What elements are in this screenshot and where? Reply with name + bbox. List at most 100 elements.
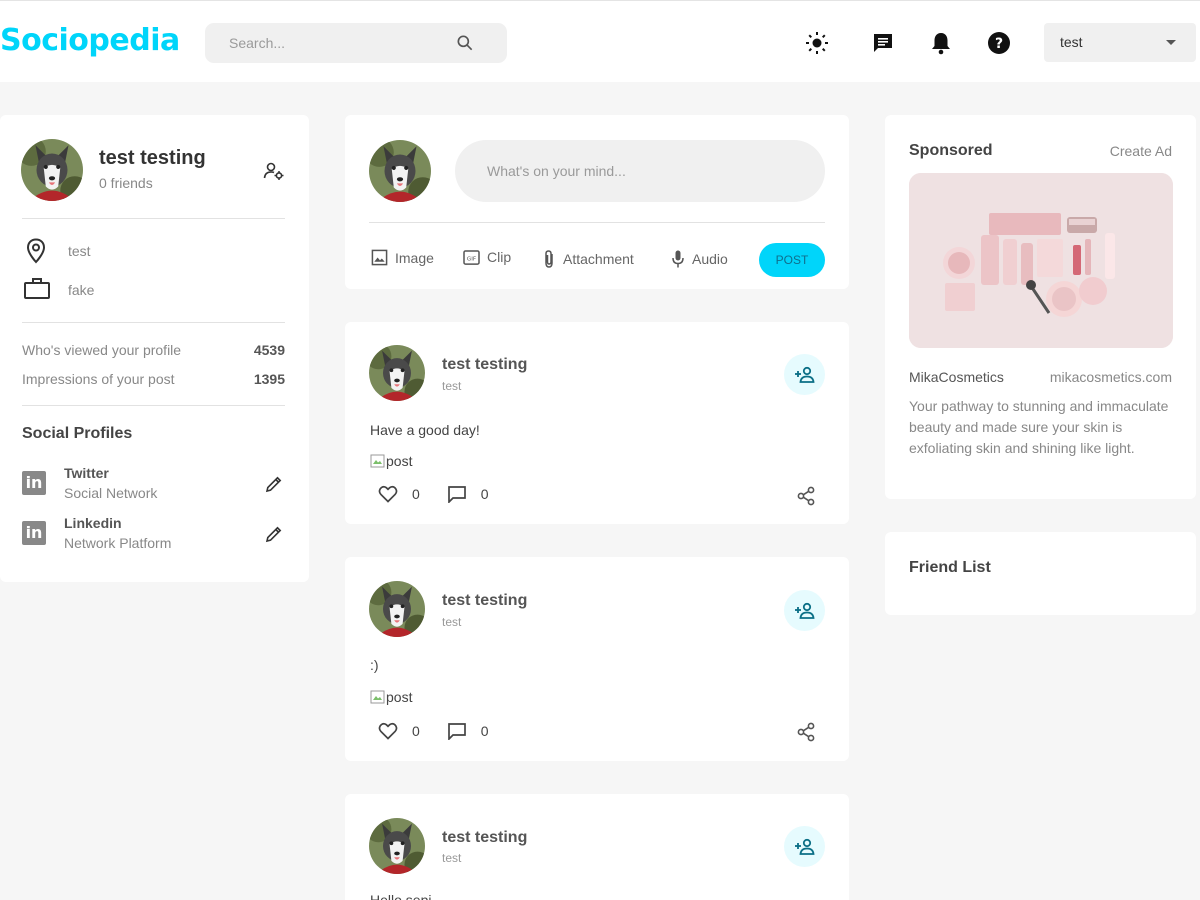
post-card: test testing test Have a good day! post …	[345, 322, 849, 524]
friend-list-widget: Friend List	[885, 532, 1196, 615]
attachment-tool-label: Attachment	[563, 251, 634, 267]
post-author-location: test	[442, 615, 462, 629]
post-author-location: test	[442, 379, 462, 393]
post-author-location: test	[442, 851, 462, 865]
post-description: Hello sepi…	[370, 892, 446, 900]
post-composer: What's on your mind... Image GIF Clip At…	[345, 115, 849, 289]
chevron-down-icon	[1166, 40, 1176, 45]
broken-image-icon	[370, 454, 385, 468]
manage-account-icon[interactable]	[263, 161, 285, 181]
impressions-value: 1395	[253, 371, 285, 387]
comment-icon[interactable]	[447, 485, 467, 503]
add-friend-button[interactable]	[784, 826, 825, 867]
comment-count: 0	[480, 486, 489, 502]
edit-pencil-icon[interactable]	[264, 474, 284, 494]
search-placeholder: Search...	[229, 35, 286, 51]
social-profile-name: Twitter	[64, 465, 109, 481]
divider	[22, 405, 285, 406]
divider	[22, 218, 285, 219]
post-author-avatar[interactable]	[369, 818, 425, 874]
post-image-alt: post	[386, 689, 413, 705]
briefcase-icon	[24, 278, 50, 299]
create-ad-link[interactable]: Create Ad	[1110, 143, 1172, 159]
location-pin-icon	[26, 238, 46, 264]
divider	[369, 222, 825, 223]
divider	[22, 322, 285, 323]
attachment-icon	[545, 250, 553, 268]
post-author-name[interactable]: test testing	[442, 356, 527, 374]
linkedin-logo-icon: in	[22, 521, 46, 545]
advert-site-link[interactable]: mikacosmetics.com	[1050, 369, 1172, 385]
gif-icon: GIF	[463, 249, 480, 265]
post-button[interactable]: POST	[759, 243, 825, 277]
post-description: :)	[370, 657, 379, 673]
notification-bell-icon[interactable]	[928, 30, 954, 56]
audio-tool-label: Audio	[692, 251, 728, 267]
post-author-avatar[interactable]	[369, 581, 425, 637]
share-icon[interactable]	[796, 486, 816, 506]
image-tool-button[interactable]: Image	[371, 249, 434, 266]
advert-widget: Sponsored Create Ad MikaCosmetics mikaco…	[885, 115, 1196, 499]
share-icon[interactable]	[796, 722, 816, 742]
person-add-icon	[794, 366, 814, 383]
post-card: test testing test :) post 0 0	[345, 557, 849, 761]
user-occupation: fake	[68, 282, 95, 298]
social-profiles-title: Social Profiles	[22, 425, 133, 442]
microphone-icon	[672, 250, 684, 268]
add-friend-button[interactable]	[784, 590, 825, 631]
profile-views-label: Who's viewed your profile	[22, 342, 182, 358]
impressions-label: Impressions of your post	[22, 371, 175, 387]
advert-image[interactable]	[909, 173, 1173, 348]
post-image[interactable]: post	[370, 453, 412, 469]
user-widget: test testing 0 friends test fake Who's v…	[0, 115, 309, 582]
user-select-dropdown[interactable]: test	[1044, 23, 1196, 62]
clip-tool-label: Clip	[487, 249, 512, 265]
attachment-tool-button[interactable]: Attachment	[542, 249, 634, 269]
social-profile-type: Social Network	[64, 485, 158, 501]
post-description: Have a good day!	[370, 422, 480, 438]
clip-tool-button[interactable]: GIF Clip	[463, 249, 511, 265]
user-select-value: test	[1060, 34, 1083, 50]
edit-pencil-icon[interactable]	[264, 524, 284, 544]
post-input-placeholder: What's on your mind...	[487, 163, 626, 179]
broken-image-icon	[370, 690, 385, 704]
advert-brand: MikaCosmetics	[909, 369, 1004, 385]
advert-description: Your pathway to stunning and immaculate …	[909, 398, 1169, 456]
post-image[interactable]: post	[370, 689, 412, 705]
post-author-name[interactable]: test testing	[442, 829, 527, 847]
person-add-icon	[794, 602, 814, 619]
profile-views-value: 4539	[253, 342, 285, 358]
sponsored-title: Sponsored	[909, 142, 993, 159]
search-box[interactable]: Search...	[205, 23, 507, 63]
post-author-name[interactable]: test testing	[442, 592, 527, 610]
message-icon[interactable]	[870, 30, 896, 56]
user-avatar[interactable]	[369, 140, 431, 202]
brand-logo[interactable]: Sociopedia	[0, 23, 180, 58]
heart-icon[interactable]	[378, 722, 398, 740]
friends-count: 0 friends	[99, 175, 153, 191]
image-icon	[371, 249, 388, 266]
sun-icon[interactable]	[804, 30, 830, 56]
like-count: 0	[412, 486, 420, 502]
image-tool-label: Image	[395, 249, 434, 266]
help-icon[interactable]: ?	[986, 30, 1012, 56]
user-location: test	[68, 243, 91, 259]
friend-list-title: Friend List	[909, 559, 991, 576]
social-profile-type: Network Platform	[64, 535, 172, 551]
add-friend-button[interactable]	[784, 354, 825, 395]
comment-icon[interactable]	[447, 722, 467, 740]
user-name[interactable]: test testing	[99, 147, 206, 170]
like-count: 0	[412, 723, 420, 739]
svg-text:?: ?	[995, 36, 1003, 52]
person-add-icon	[794, 838, 814, 855]
post-card: test testing test Hello sepi…	[345, 794, 849, 900]
post-author-avatar[interactable]	[369, 345, 425, 401]
navbar: Sociopedia Search... ? test	[0, 0, 1200, 82]
audio-tool-button[interactable]: Audio	[671, 249, 728, 269]
social-profile-name: Linkedin	[64, 515, 122, 531]
post-input[interactable]: What's on your mind...	[455, 140, 825, 202]
user-avatar[interactable]	[21, 139, 83, 201]
search-icon[interactable]	[455, 33, 475, 53]
heart-icon[interactable]	[378, 485, 398, 503]
linkedin-logo-icon: in	[22, 471, 46, 495]
